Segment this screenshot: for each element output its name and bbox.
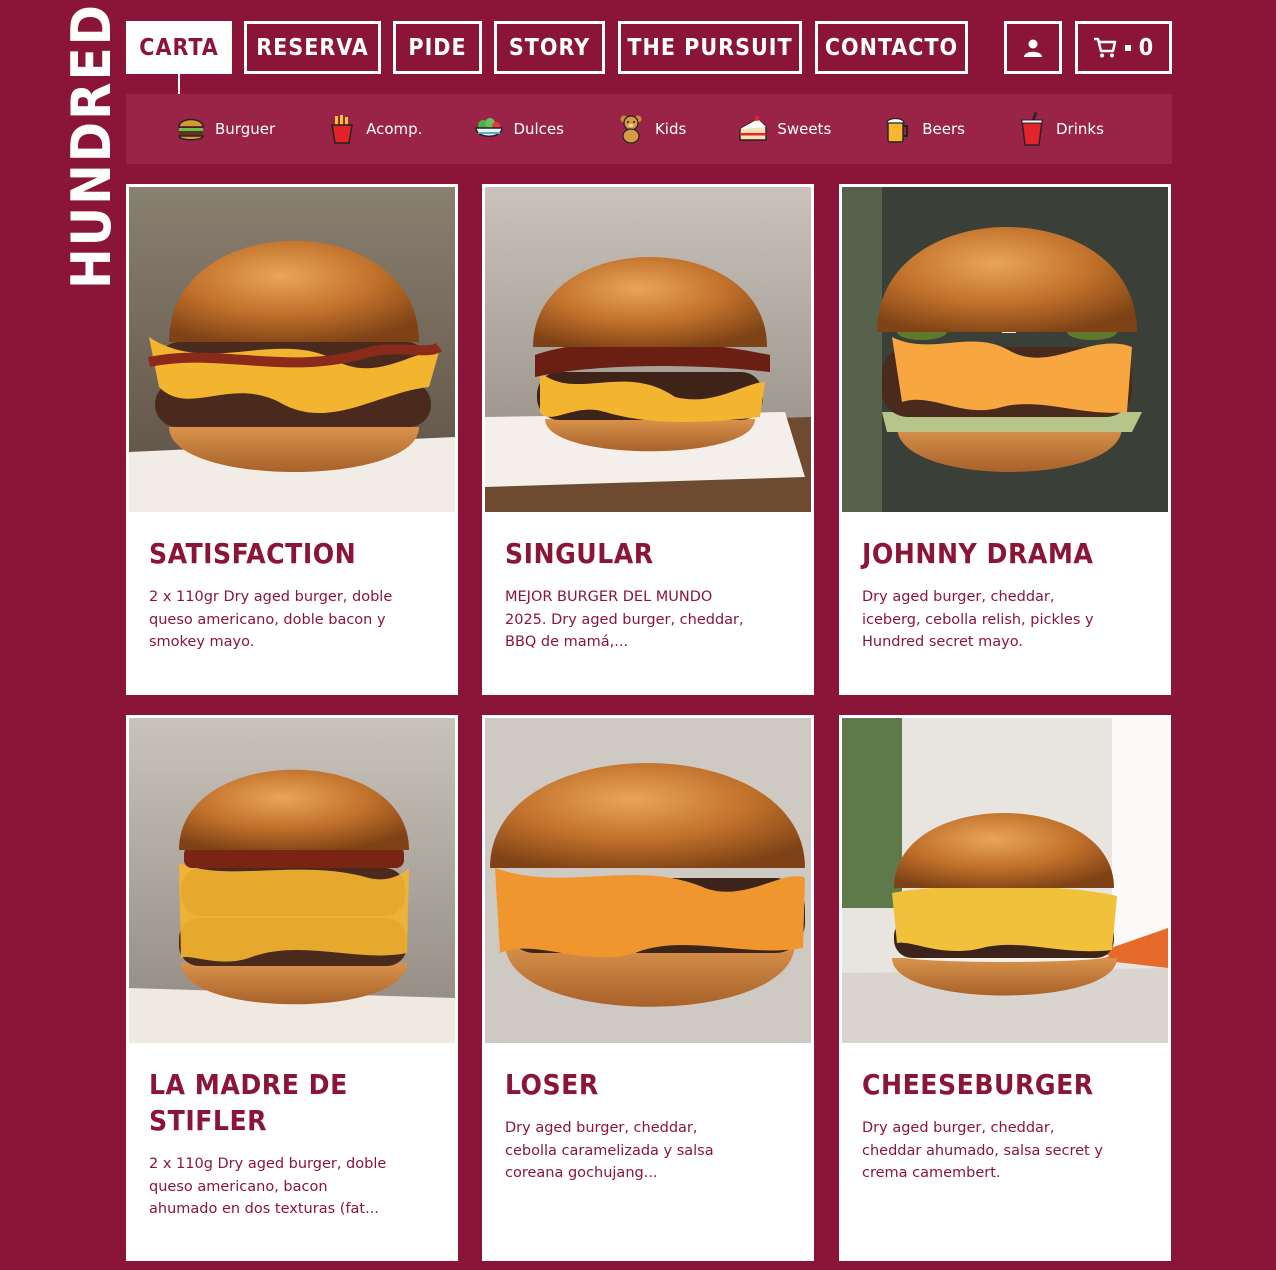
active-tab-indicator <box>178 74 180 94</box>
nav-label: CONTACTO <box>824 34 959 61</box>
product-name: SINGULAR <box>505 537 654 570</box>
product-description: MEJOR BURGER DEL MUNDO 2025. Dry aged bu… <box>505 589 744 650</box>
product-name: JOHNNY DRAMA <box>862 537 1094 570</box>
product-description: 2 x 110gr Dry aged burger, doble queso a… <box>149 589 393 650</box>
product-card-la-madre-de-stifler[interactable]: LA MADRE DE STIFLER 2 x 110g Dry aged bu… <box>126 715 458 1261</box>
nav-carta[interactable]: CARTA <box>126 21 232 74</box>
cart-button[interactable]: 0 <box>1075 21 1172 74</box>
teddy-bear-icon <box>616 114 646 144</box>
soda-cup-icon <box>1017 112 1047 146</box>
category-kids[interactable]: Kids <box>616 114 686 144</box>
category-dulces[interactable]: Dulces <box>474 114 564 144</box>
cake-icon <box>738 114 768 144</box>
product-card-loser[interactable]: LOSER Dry aged burger, cheddar, cebolla … <box>482 715 814 1261</box>
category-beers[interactable]: Beers <box>883 114 965 144</box>
category-label: Sweets <box>777 120 832 138</box>
cart-separator <box>1124 44 1131 51</box>
category-label: Beers <box>922 120 965 138</box>
salad-bowl-icon <box>474 114 504 144</box>
product-name: LOSER <box>505 1068 599 1101</box>
product-image <box>485 187 811 512</box>
burger-icon <box>176 114 206 144</box>
nav-label: THE PURSUIT <box>627 34 793 61</box>
nav-label: PIDE <box>408 34 467 61</box>
category-sweets[interactable]: Sweets <box>738 114 831 144</box>
category-drinks[interactable]: Drinks <box>1017 112 1104 146</box>
product-image <box>842 187 1168 512</box>
nav-reserva[interactable]: RESERVA <box>244 21 381 74</box>
product-name: LA MADRE DE STIFLER <box>149 1068 348 1137</box>
product-description: Dry aged burger, cheddar, cebolla carame… <box>505 1120 714 1181</box>
category-label: Acomp. <box>366 120 423 138</box>
product-description: 2 x 110g Dry aged burger, doble queso am… <box>149 1156 387 1217</box>
nav-the-pursuit[interactable]: THE PURSUIT <box>618 21 802 74</box>
category-bar: Burguer Acomp. Dulces Kids Sweets Beers … <box>126 94 1172 164</box>
nav-label: RESERVA <box>256 34 369 61</box>
product-image <box>129 187 455 512</box>
product-image <box>129 718 455 1043</box>
category-label: Drinks <box>1056 120 1104 138</box>
product-image <box>842 718 1168 1043</box>
brand-logo[interactable]: HUNDRED <box>60 3 123 289</box>
cart-icon <box>1093 37 1117 57</box>
product-image <box>485 718 811 1043</box>
category-label: Dulces <box>513 120 564 138</box>
category-label: Burguer <box>215 120 276 138</box>
user-icon <box>1024 39 1042 57</box>
nav-contacto[interactable]: CONTACTO <box>815 21 968 74</box>
account-button[interactable] <box>1004 21 1062 74</box>
cart-count: 0 <box>1138 34 1155 61</box>
product-description: Dry aged burger, cheddar, iceberg, cebol… <box>862 589 1094 650</box>
beer-mug-icon <box>883 114 913 144</box>
nav-pide[interactable]: PIDE <box>393 21 482 74</box>
category-label: Kids <box>654 120 687 138</box>
category-burguer[interactable]: Burguer <box>176 114 275 144</box>
product-name: CHEESEBURGER <box>862 1068 1094 1101</box>
product-card-cheeseburger[interactable]: CHEESEBURGER Dry aged burger, cheddar, c… <box>839 715 1171 1261</box>
product-card-singular[interactable]: SINGULAR MEJOR BURGER DEL MUNDO 2025. Dr… <box>482 184 814 695</box>
nav-label: STORY <box>508 34 591 61</box>
product-card-johnny-drama[interactable]: JOHNNY DRAMA Dry aged burger, cheddar, i… <box>839 184 1171 695</box>
nav-story[interactable]: STORY <box>494 21 605 74</box>
product-card-satisfaction[interactable]: SATISFACTION 2 x 110gr Dry aged burger, … <box>126 184 458 695</box>
nav-label: CARTA <box>139 34 219 61</box>
brand-logo-text: HUNDRED <box>60 2 123 290</box>
product-name: SATISFACTION <box>149 537 357 570</box>
category-acomp[interactable]: Acomp. <box>327 114 422 144</box>
product-description: Dry aged burger, cheddar, cheddar ahumad… <box>862 1120 1103 1181</box>
fries-icon <box>327 114 357 144</box>
